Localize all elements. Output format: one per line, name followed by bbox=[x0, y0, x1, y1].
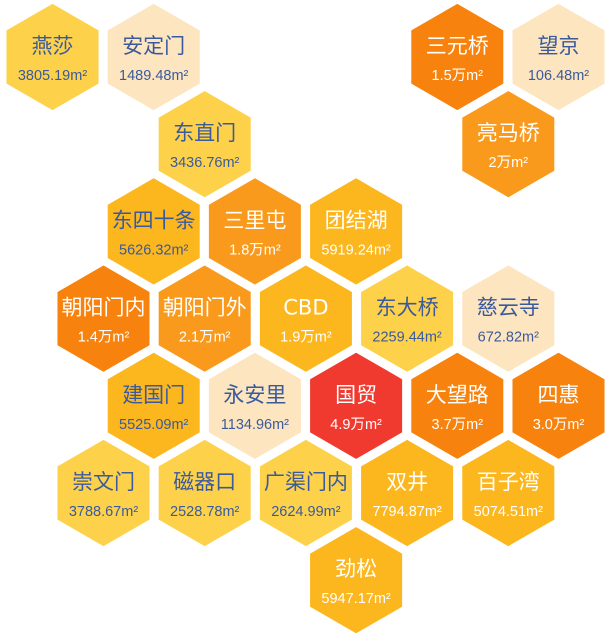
hex-cell: 广渠门内 2624.99m² bbox=[258, 438, 354, 548]
hex-cell: 东直门 3436.76m² bbox=[157, 89, 253, 200]
hex-cell: 四惠 3.0万m² bbox=[510, 350, 607, 461]
hex-cell: 安定门 1489.48m² bbox=[106, 2, 202, 112]
hex-value-label: 2528.78m² bbox=[170, 504, 239, 520]
hex-value-label: 7794.87m² bbox=[372, 504, 441, 520]
hex-name-label: 百子湾 bbox=[477, 470, 540, 494]
hex-value-label: 1489.48m² bbox=[119, 68, 188, 84]
hex-name-label: 东四十条 bbox=[112, 208, 196, 232]
hex-name-label: 建国门 bbox=[122, 383, 185, 407]
hex-value-label: 672.82m² bbox=[478, 330, 539, 346]
hex-cell: 三元桥 1.5万m² bbox=[409, 2, 505, 112]
hex-cell: 双井 7794.87m² bbox=[359, 438, 455, 548]
hex-value-label: 5074.51m² bbox=[474, 504, 543, 520]
hex-value-label: 2万m² bbox=[489, 155, 529, 171]
hex-name-label: 永安里 bbox=[223, 383, 286, 407]
hex-value-label: 1.4万m² bbox=[78, 330, 130, 346]
hex-name-label: 劲松 bbox=[335, 557, 377, 581]
hex-name-label: 燕莎 bbox=[32, 34, 74, 58]
hex-cell: 磁器口 2528.78m² bbox=[157, 438, 253, 548]
hex-name-label: CBD bbox=[283, 296, 328, 320]
hex-name-label: 三元桥 bbox=[426, 34, 489, 58]
hex-cell: 燕莎 3805.19m² bbox=[4, 2, 101, 112]
hex-value-label: 1.8万m² bbox=[229, 242, 281, 258]
hex-name-label: 安定门 bbox=[122, 34, 185, 58]
hex-value-label: 1.9万m² bbox=[280, 330, 332, 346]
hex-cell: 国贸 4.9万m² bbox=[308, 350, 404, 461]
hex-value-label: 5626.32m² bbox=[119, 242, 188, 258]
hex-name-label: 国贸 bbox=[335, 383, 377, 407]
hex-name-label: 东直门 bbox=[173, 121, 236, 145]
hex-cell: 亮马桥 2万m² bbox=[460, 89, 556, 200]
hex-name-label: 双井 bbox=[386, 470, 428, 494]
hex-name-label: 广渠门内 bbox=[264, 470, 348, 494]
hex-cell: 朝阳门内 1.4万m² bbox=[55, 263, 152, 374]
hex-value-label: 3.7万m² bbox=[432, 417, 484, 433]
hex-value-label: 1134.96m² bbox=[221, 417, 289, 433]
hex-cell: 劲松 5947.17m² bbox=[308, 525, 404, 636]
hex-value-label: 2624.99m² bbox=[271, 504, 340, 520]
hex-value-label: 5947.17m² bbox=[321, 591, 390, 607]
hex-value-label: 2259.44m² bbox=[372, 330, 441, 346]
hex-map: 燕莎 3805.19m² 安定门 1489.48m² 三元桥 1.5万m² 望京 106.48… bbox=[4, 2, 607, 636]
hex-name-label: 慈云寺 bbox=[477, 296, 540, 320]
hex-value-label: 3.0万m² bbox=[533, 417, 585, 433]
hex-cell: 望京 106.48m² bbox=[510, 2, 607, 112]
hex-name-label: 亮马桥 bbox=[477, 121, 540, 145]
hex-name-label: 东大桥 bbox=[376, 296, 439, 320]
hex-name-label: 朝阳门内 bbox=[62, 296, 146, 320]
hex-cell: 三里屯 1.8万m² bbox=[207, 176, 303, 287]
hex-value-label: 106.48m² bbox=[528, 68, 589, 84]
hex-cell: 百子湾 5074.51m² bbox=[460, 438, 556, 548]
hex-cell: 崇文门 3788.67m² bbox=[55, 438, 152, 548]
hex-cell: 永安里 1134.96m² bbox=[207, 350, 303, 461]
hex-value-label: 3436.76m² bbox=[170, 155, 239, 171]
hex-value-label: 4.9万m² bbox=[330, 417, 382, 433]
hex-cell: 慈云寺 672.82m² bbox=[460, 263, 556, 374]
hex-name-label: 团结湖 bbox=[325, 208, 388, 232]
hex-value-label: 5525.09m² bbox=[119, 417, 188, 433]
hex-cell: 大望路 3.7万m² bbox=[409, 350, 505, 461]
hex-name-label: 三里屯 bbox=[223, 208, 286, 232]
hex-name-label: 朝阳门外 bbox=[163, 296, 247, 320]
hex-cell: 建国门 5525.09m² bbox=[106, 350, 202, 461]
hex-value-label: 1.5万m² bbox=[432, 68, 484, 84]
hex-name-label: 崇文门 bbox=[72, 470, 135, 494]
hex-name-label: 大望路 bbox=[426, 383, 489, 407]
hex-cell: CBD 1.9万m² bbox=[258, 263, 354, 374]
hex-value-label: 2.1万m² bbox=[179, 330, 231, 346]
hex-cell: 团结湖 5919.24m² bbox=[308, 176, 404, 287]
hex-name-label: 四惠 bbox=[538, 383, 580, 407]
hex-name-label: 望京 bbox=[538, 34, 580, 58]
hex-value-label: 3788.67m² bbox=[69, 504, 138, 520]
hex-value-label: 5919.24m² bbox=[321, 242, 390, 258]
hex-cell: 东大桥 2259.44m² bbox=[359, 263, 455, 374]
hex-cell: 朝阳门外 2.1万m² bbox=[157, 263, 253, 374]
hex-cell: 东四十条 5626.32m² bbox=[106, 176, 202, 287]
hex-value-label: 3805.19m² bbox=[18, 68, 87, 84]
hex-name-label: 磁器口 bbox=[173, 470, 236, 494]
